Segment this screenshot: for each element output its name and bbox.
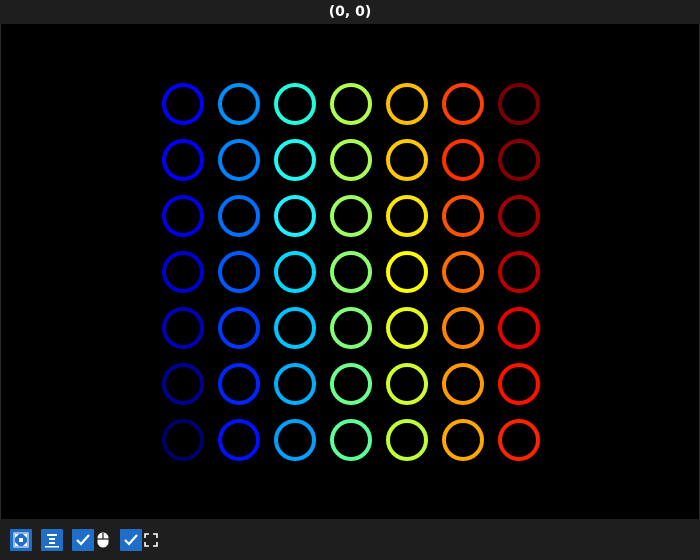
ring-r4-c1	[162, 251, 204, 293]
ring-r6-c2	[218, 363, 260, 405]
ring-r5-c4	[330, 307, 372, 349]
fullscreen-icon	[144, 533, 158, 547]
fullscreen-label	[142, 529, 160, 551]
ring-r4-c3	[274, 251, 316, 293]
ring-r7-c1	[162, 419, 204, 461]
ring-r2-c5	[386, 139, 428, 181]
fullscreen-checkbox[interactable]	[120, 529, 142, 551]
ring-r2-c6	[442, 139, 484, 181]
ring-r2-c3	[274, 139, 316, 181]
ring-r6-c5	[386, 363, 428, 405]
ring-r7-c4	[330, 419, 372, 461]
align-center-button[interactable]	[41, 529, 63, 551]
ring-r2-c4	[330, 139, 372, 181]
canvas-viewport[interactable]	[0, 24, 700, 519]
mouse-label	[94, 529, 112, 551]
ring-r4-c2	[218, 251, 260, 293]
ring-r5-c7	[498, 307, 540, 349]
ring-r5-c3	[274, 307, 316, 349]
ring-r7-c6	[442, 419, 484, 461]
ring-r3-c3	[274, 195, 316, 237]
ring-r5-c2	[218, 307, 260, 349]
ring-r1-c3	[274, 83, 316, 125]
ring-r3-c2	[218, 195, 260, 237]
align-center-icon	[45, 534, 59, 548]
ring-r7-c5	[386, 419, 428, 461]
ring-r2-c7	[498, 139, 540, 181]
checkmark-icon	[76, 534, 90, 546]
ring-r4-c6	[442, 251, 484, 293]
ring-r3-c4	[330, 195, 372, 237]
checkmark-icon	[124, 534, 138, 546]
window-title: (0, 0)	[0, 0, 700, 24]
ring-r5-c5	[386, 307, 428, 349]
ring-r5-c1	[162, 307, 204, 349]
ring-r6-c6	[442, 363, 484, 405]
ring-r1-c6	[442, 83, 484, 125]
ring-r6-c7	[498, 363, 540, 405]
ring-r2-c2	[218, 139, 260, 181]
bottom-toolbar	[0, 520, 700, 560]
ring-r1-c7	[498, 83, 540, 125]
ring-r1-c1	[162, 83, 204, 125]
mouse-checkbox[interactable]	[72, 529, 94, 551]
ring-r7-c3	[274, 419, 316, 461]
fit-view-icon	[13, 532, 29, 548]
ring-r4-c7	[498, 251, 540, 293]
ring-grid	[162, 83, 540, 461]
ring-r5-c6	[442, 307, 484, 349]
ring-r6-c1	[162, 363, 204, 405]
ring-r6-c4	[330, 363, 372, 405]
coordinate-readout: (0, 0)	[328, 4, 372, 20]
ring-r3-c5	[386, 195, 428, 237]
ring-r1-c4	[330, 83, 372, 125]
ring-r7-c7	[498, 419, 540, 461]
ring-r7-c2	[218, 419, 260, 461]
ring-r3-c1	[162, 195, 204, 237]
fit-view-button[interactable]	[10, 529, 32, 551]
ring-r6-c3	[274, 363, 316, 405]
ring-r4-c4	[330, 251, 372, 293]
mouse-icon	[97, 532, 109, 548]
ring-r3-c6	[442, 195, 484, 237]
ring-r1-c2	[218, 83, 260, 125]
ring-r4-c5	[386, 251, 428, 293]
ring-r2-c1	[162, 139, 204, 181]
ring-r1-c5	[386, 83, 428, 125]
ring-r3-c7	[498, 195, 540, 237]
